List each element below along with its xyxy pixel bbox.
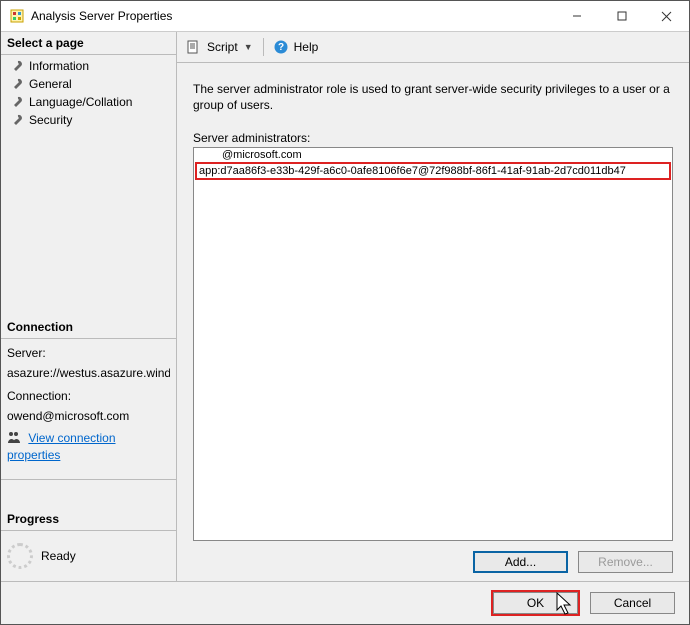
titlebar: Analysis Server Properties xyxy=(1,1,689,32)
maximize-button[interactable] xyxy=(599,1,644,31)
security-page-content: The server administrator role is used to… xyxy=(177,63,689,581)
page-label: General xyxy=(29,77,72,91)
minimize-button[interactable] xyxy=(554,1,599,31)
help-button[interactable]: Help xyxy=(294,40,319,54)
page-list: Information General Language/Collation xyxy=(1,55,176,133)
script-icon xyxy=(185,39,201,55)
connection-value: owend@microsoft.com xyxy=(7,408,170,424)
view-connection-properties-link[interactable]: View connection properties xyxy=(7,431,116,462)
page-information[interactable]: Information xyxy=(1,57,176,75)
server-label: Server: xyxy=(7,345,170,361)
page-language-collation[interactable]: Language/Collation xyxy=(1,93,176,111)
server-value: asazure://westus.asazure.windows xyxy=(7,365,170,381)
connection-header: Connection xyxy=(1,316,176,339)
script-button[interactable]: Script xyxy=(207,40,238,54)
wrench-icon xyxy=(11,114,23,126)
page-label: Language/Collation xyxy=(29,95,132,109)
progress-spinner-icon xyxy=(7,543,33,569)
connection-label: Connection: xyxy=(7,388,170,404)
page-general[interactable]: General xyxy=(1,75,176,93)
page-label: Security xyxy=(29,113,72,127)
wrench-icon xyxy=(11,60,23,72)
app-icon xyxy=(9,8,25,24)
analysis-server-properties-dialog: Analysis Server Properties Select a page xyxy=(0,0,690,625)
left-panel: Select a page Information General xyxy=(1,32,177,581)
page-label: Information xyxy=(29,59,89,73)
right-panel: Script ▼ ? Help The server administrator… xyxy=(177,32,689,581)
progress-block: Ready xyxy=(1,531,176,581)
admin-entry[interactable]: @microsoft.com xyxy=(194,148,672,162)
progress-header: Progress xyxy=(1,508,176,531)
ok-button[interactable]: OK xyxy=(493,592,578,614)
toolbar: Script ▼ ? Help xyxy=(177,32,689,63)
select-a-page-header: Select a page xyxy=(1,32,176,55)
connection-block: Server: asazure://westus.asazure.windows… xyxy=(1,339,176,473)
description-text: The server administrator role is used to… xyxy=(193,81,673,113)
ok-button-highlight: OK xyxy=(491,590,580,616)
people-icon xyxy=(7,431,21,447)
help-icon: ? xyxy=(274,40,288,54)
page-security[interactable]: Security xyxy=(1,111,176,129)
wrench-icon xyxy=(11,96,23,108)
cancel-button[interactable]: Cancel xyxy=(590,592,675,614)
dialog-footer: OK Cancel xyxy=(1,581,689,624)
admin-entry-highlighted[interactable]: app:d7aa86f3-e33b-429f-a6c0-0afe8106f6e7… xyxy=(195,162,671,180)
server-administrators-label: Server administrators: xyxy=(193,131,673,145)
wrench-icon xyxy=(11,78,23,90)
script-dropdown-arrow[interactable]: ▼ xyxy=(244,42,253,52)
progress-status: Ready xyxy=(41,549,76,563)
close-button[interactable] xyxy=(644,1,689,31)
add-button[interactable]: Add... xyxy=(473,551,568,573)
server-administrators-list[interactable]: @microsoft.com app:d7aa86f3-e33b-429f-a6… xyxy=(193,147,673,541)
remove-button[interactable]: Remove... xyxy=(578,551,673,573)
svg-text:?: ? xyxy=(278,42,284,53)
window-title: Analysis Server Properties xyxy=(31,9,172,23)
